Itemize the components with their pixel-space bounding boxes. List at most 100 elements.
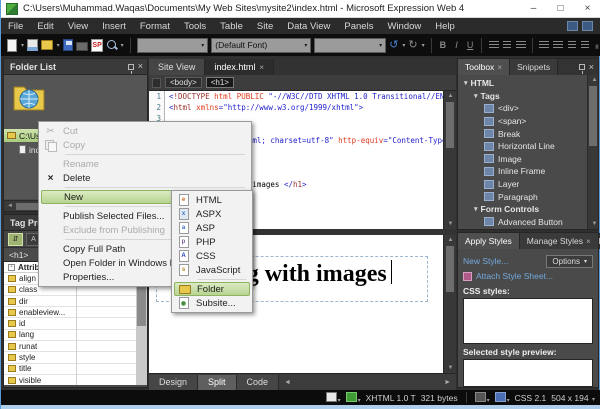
options-button[interactable]: Options▾ <box>546 255 593 268</box>
toolbox-item-span[interactable]: <span> <box>458 115 598 128</box>
code-line[interactable]: 2<html xmlns="http://www.w3.org/1999/xht… <box>149 102 443 113</box>
undo-icon[interactable]: ↺ <box>389 39 398 51</box>
website-folder-icon[interactable] <box>12 81 46 113</box>
new-submenu-item-css[interactable]: ACSS <box>174 249 250 263</box>
attach-style-sheet-link[interactable]: Attach Style Sheet... <box>476 271 553 281</box>
toolbox-item-image[interactable]: Image <box>458 153 598 166</box>
tab-design-view[interactable]: Design <box>149 375 198 390</box>
tab-scroll-left-icon[interactable]: ◄ <box>279 379 296 386</box>
preview-browser-icon[interactable] <box>106 39 117 51</box>
new-submenu-item-folder[interactable]: Folder <box>174 282 250 296</box>
scroll-down-icon[interactable]: ▼ <box>444 363 457 373</box>
new-submenu-item-aspx[interactable]: xASPX <box>174 207 250 221</box>
tab-toolbox[interactable]: Toolbox× <box>458 59 510 75</box>
pin-icon[interactable] <box>128 64 134 70</box>
menu-edit[interactable]: Edit <box>30 18 60 34</box>
toolbox-item-break[interactable]: Break <box>458 127 598 140</box>
code-line[interactable]: 1<!DOCTYPE html PUBLIC "-//W3C//DTD XHTM… <box>149 91 443 102</box>
toolbox-item-form-controls[interactable]: ▾Form Controls <box>458 203 598 216</box>
menu-file[interactable]: File <box>1 18 30 34</box>
compatibility-icon[interactable] <box>475 392 486 402</box>
pin-icon[interactable] <box>579 64 585 70</box>
underline-icon[interactable]: U <box>465 39 476 52</box>
close-panel-icon[interactable]: × <box>138 62 143 71</box>
toolbox-item-inline-frame[interactable]: Inline Frame <box>458 165 598 178</box>
quick-tag-body[interactable]: <body> <box>165 77 202 88</box>
tab-manage-styles[interactable]: Manage Styles× <box>520 233 599 249</box>
toolbox-item-div[interactable]: <div> <box>458 102 598 115</box>
panel-layout-icon[interactable] <box>567 21 578 31</box>
tab-snippets[interactable]: Snippets <box>510 59 558 75</box>
maximize-button[interactable]: □ <box>547 0 574 18</box>
scroll-down-icon[interactable]: ▼ <box>588 219 598 229</box>
redo-icon[interactable]: ↻ <box>408 39 417 51</box>
expand-arrow-icon[interactable]: ▾ <box>474 205 478 213</box>
close-panel-icon[interactable]: × <box>589 63 594 72</box>
menu-insert[interactable]: Insert <box>95 18 133 34</box>
menu-tools[interactable]: Tools <box>177 18 213 34</box>
scroll-left-icon[interactable]: ◄ <box>4 203 16 209</box>
new-style-link[interactable]: New Style... <box>463 256 508 266</box>
grid-column-divider[interactable] <box>76 273 77 385</box>
context-menu-item-copy[interactable]: Copy <box>41 138 249 152</box>
design-scrollbar[interactable]: ▲ ▼ <box>443 235 456 373</box>
preview-dropdown-caret[interactable]: ▾ <box>121 42 124 49</box>
open-site-icon[interactable] <box>41 40 53 50</box>
font-dropdown[interactable]: (Default Font)▾ <box>211 38 311 53</box>
toolbox-item-layer[interactable]: Layer <box>458 178 598 191</box>
new-submenu-item-asp[interactable]: aASP <box>174 221 250 235</box>
style-dropdown[interactable]: ▾ <box>137 38 209 53</box>
superpreview-icon[interactable]: SP <box>91 39 103 52</box>
expand-arrow-icon[interactable]: ▾ <box>474 92 478 100</box>
new-submenu-item-html[interactable]: eHTML <box>174 193 250 207</box>
style-application-caret[interactable]: ▾ <box>358 398 361 404</box>
visual-aids-icon[interactable] <box>326 392 337 402</box>
new-submenu-item-subsite[interactable]: ◉Subsite... <box>174 296 250 310</box>
menu-window[interactable]: Window <box>380 18 428 34</box>
increase-indent-icon[interactable] <box>580 39 591 52</box>
scroll-up-icon[interactable]: ▲ <box>444 91 457 101</box>
undo-dropdown-caret[interactable]: ▾ <box>402 42 405 49</box>
new-page-icon[interactable] <box>7 39 17 52</box>
toolbox-item-horizontal-line[interactable]: Horizontal Line <box>458 140 598 153</box>
scroll-down-icon[interactable]: ▼ <box>444 219 457 229</box>
close-tab-icon[interactable]: × <box>259 63 264 72</box>
redo-dropdown-caret[interactable]: ▾ <box>422 42 425 49</box>
tab-apply-styles[interactable]: Apply Styles <box>458 233 520 249</box>
design-size-status[interactable]: 504 x 194 ▾ <box>551 393 595 403</box>
context-menu-item-cut[interactable]: ✂Cut <box>41 124 249 138</box>
toolbox-item-html[interactable]: ▾HTML <box>458 77 598 90</box>
collapse-icon[interactable]: - <box>8 264 15 271</box>
menu-data-view[interactable]: Data View <box>280 18 337 34</box>
new-submenu-item-javascript[interactable]: sJavaScript <box>174 263 250 277</box>
tab-scroll-right-icon[interactable]: ► <box>439 379 456 386</box>
quick-tag-nav-icon[interactable] <box>152 78 161 88</box>
doctype-status[interactable]: XHTML 1.0 T <box>366 393 416 403</box>
close-button[interactable]: × <box>574 0 600 18</box>
open-page-icon[interactable] <box>27 39 38 51</box>
scroll-up-icon[interactable]: ▲ <box>444 235 457 245</box>
quick-tag-h1[interactable]: <h1> <box>206 77 234 88</box>
menu-help[interactable]: Help <box>428 18 462 34</box>
toolbox-item-paragraph[interactable]: Paragraph <box>458 190 598 203</box>
css-styles-list[interactable] <box>463 298 593 344</box>
scroll-thumb[interactable] <box>446 102 454 148</box>
css-schema-caret[interactable]: ▾ <box>507 398 510 404</box>
tab-code-view[interactable]: Code <box>237 375 280 390</box>
open-dropdown-caret[interactable]: ▾ <box>57 42 60 49</box>
bullet-list-icon[interactable] <box>553 39 564 52</box>
minimize-button[interactable]: – <box>520 0 547 18</box>
expand-arrow-icon[interactable]: ▾ <box>464 79 468 87</box>
compatibility-caret[interactable]: ▾ <box>487 398 490 404</box>
css-schema-icon[interactable] <box>495 392 506 402</box>
scroll-up-icon[interactable]: ▲ <box>588 75 598 85</box>
menu-view[interactable]: View <box>61 18 95 34</box>
bold-icon[interactable]: B <box>438 39 449 52</box>
toolbox-item-advanced-button[interactable]: Advanced Button <box>458 216 598 229</box>
tab-site-view[interactable]: Site View <box>149 59 205 75</box>
scroll-thumb[interactable] <box>589 86 597 146</box>
menu-format[interactable]: Format <box>133 18 177 34</box>
menu-panels[interactable]: Panels <box>337 18 380 34</box>
code-scrollbar[interactable]: ▲ ▼ <box>443 91 456 229</box>
toolbox-scrollbar[interactable]: ▲ ▼ <box>587 75 598 229</box>
